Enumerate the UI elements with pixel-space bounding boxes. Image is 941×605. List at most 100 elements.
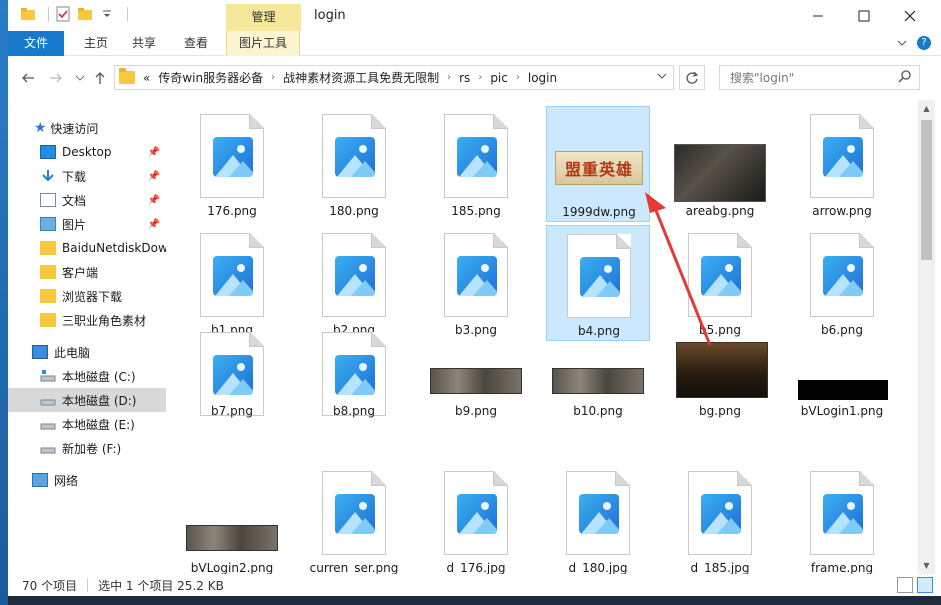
thumbnail (430, 368, 522, 394)
refresh-button[interactable] (679, 65, 705, 90)
file-name: b9.png (455, 404, 497, 418)
file-tile[interactable]: 185.png (424, 106, 528, 222)
nav-item-folder[interactable]: 三职业角色素材 (8, 308, 166, 332)
file-name: b6.png (821, 323, 863, 337)
file-tile[interactable]: 180.png (302, 106, 406, 222)
file-tile[interactable]: arrow.png (790, 106, 894, 222)
details-view-icon[interactable] (897, 577, 913, 593)
nav-item-folder[interactable]: 浏览器下载 (8, 284, 166, 308)
nav-drive-d[interactable]: 本地磁盘 (D:) (8, 388, 166, 412)
file-tile[interactable]: b4.png (546, 225, 650, 341)
file-tile[interactable]: b7.png (180, 332, 284, 460)
file-tile[interactable]: d_180.jpg (546, 463, 650, 574)
up-button[interactable] (90, 68, 110, 88)
breadcrumb-item[interactable]: login (528, 71, 557, 85)
minimize-button[interactable] (795, 0, 841, 31)
manage-context-tab[interactable]: 管理 (226, 4, 301, 31)
image-file-icon (200, 114, 264, 198)
file-tile[interactable]: b5.png (668, 225, 772, 341)
breadcrumb-item[interactable]: rs (459, 71, 470, 85)
file-tile[interactable]: frame.png (790, 463, 894, 574)
file-tile[interactable]: 盟重英雄 1999dw.png (546, 106, 650, 222)
tab-file[interactable]: 文件 (8, 31, 64, 56)
file-tile[interactable]: d_185.jpg (668, 463, 772, 574)
nav-drive-e[interactable]: 本地磁盘 (E:) (8, 412, 166, 436)
scrollbar-thumb[interactable] (921, 120, 932, 260)
address-dropdown-icon[interactable] (657, 71, 667, 84)
tab-home[interactable]: 主页 (72, 31, 120, 56)
nav-label: 本地磁盘 (D:) (62, 393, 137, 408)
address-bar[interactable]: « 传奇win服务器必备 › 战神素材资源工具免费无限制 › rs › pic … (114, 65, 674, 90)
file-tile[interactable]: bg.png (668, 342, 772, 460)
refresh-icon (686, 71, 699, 84)
star-icon: ★ (34, 120, 47, 136)
chevron-right-icon[interactable]: › (447, 72, 451, 83)
file-tile[interactable]: areabg.png (668, 106, 772, 222)
file-name: bg.png (699, 404, 741, 418)
tab-view[interactable]: 查看 (172, 31, 220, 56)
breadcrumb-item[interactable]: 传奇win服务器必备 (158, 69, 263, 86)
nav-item-pictures[interactable]: 图片 📌 (8, 212, 166, 236)
large-icons-view-icon[interactable] (917, 577, 933, 593)
folder-icon (119, 68, 135, 84)
chevron-right-icon[interactable]: › (478, 72, 482, 83)
help-icon[interactable]: ? (917, 36, 931, 50)
file-tile[interactable]: b8.png (302, 332, 406, 460)
folder-icon (40, 289, 56, 303)
file-tile[interactable]: b9.png (424, 344, 528, 460)
network-icon (32, 473, 48, 487)
nav-label: 下载 (62, 169, 87, 184)
file-name: d_185.jpg (690, 561, 750, 574)
image-file-icon (810, 471, 874, 555)
scroll-up-icon[interactable]: ▲ (918, 100, 935, 117)
file-name: frame.png (810, 561, 874, 574)
tab-share[interactable]: 共享 (120, 31, 168, 56)
nav-item-folder[interactable]: BaiduNetdiskDow (8, 236, 166, 260)
file-tile[interactable]: b3.png (424, 225, 528, 341)
maximize-button[interactable] (841, 0, 887, 31)
nav-label: Desktop (62, 145, 112, 159)
breadcrumb-item[interactable]: pic (490, 71, 508, 85)
scroll-down-icon[interactable]: ▼ (918, 557, 935, 574)
nav-this-pc[interactable]: 此电脑 (8, 340, 166, 364)
file-tile[interactable]: b10.png (546, 344, 650, 460)
vertical-scrollbar[interactable]: ▲ ▼ (918, 100, 935, 574)
nav-drive-c[interactable]: 本地磁盘 (C:) (8, 364, 166, 388)
file-tile[interactable]: curren_ser.png (302, 463, 406, 574)
nav-quick-access[interactable]: ★ 快速访问 (8, 116, 166, 140)
image-file-icon (688, 471, 752, 555)
breadcrumb-overflow[interactable]: « (143, 71, 150, 85)
file-tile[interactable]: 176.png (180, 106, 284, 222)
file-tile[interactable]: bVLogin2.png (180, 463, 284, 574)
tab-picture-tools[interactable]: 图片工具 (226, 31, 301, 56)
file-tile[interactable]: b6.png (790, 225, 894, 341)
chevron-down-icon (75, 75, 85, 81)
close-button[interactable] (887, 0, 933, 31)
file-tile[interactable]: bVLogin1.png (790, 344, 894, 460)
drive-icon (40, 393, 56, 407)
customize-dropdown-icon[interactable] (99, 6, 115, 22)
pin-icon: 📌 (147, 194, 160, 206)
new-folder-icon[interactable] (77, 6, 93, 22)
file-tile[interactable]: b2.png (302, 225, 406, 341)
nav-item-documents[interactable]: 文档 📌 (8, 188, 166, 212)
nav-drive-f[interactable]: 新加卷 (F:) (8, 436, 166, 460)
nav-item-folder[interactable]: 客户端 (8, 260, 166, 284)
forward-button[interactable] (46, 68, 66, 88)
breadcrumb-item[interactable]: 战神素材资源工具免费无限制 (283, 69, 439, 86)
chevron-right-icon[interactable]: › (271, 72, 275, 83)
nav-item-downloads[interactable]: 下载 📌 (8, 164, 166, 188)
nav-label: 网络 (54, 473, 79, 488)
nav-item-desktop[interactable]: Desktop 📌 (8, 140, 166, 164)
file-tile[interactable]: b1.png (180, 225, 284, 341)
image-file-icon (444, 114, 508, 198)
folder-icon (40, 313, 56, 327)
nav-network[interactable]: 网络 (8, 468, 166, 492)
recent-locations-button[interactable] (70, 68, 90, 88)
expand-ribbon-icon[interactable] (897, 38, 907, 48)
search-input[interactable]: 搜索"login" (719, 65, 920, 90)
file-tile[interactable]: d_176.jpg (424, 463, 528, 574)
chevron-right-icon[interactable]: › (516, 72, 520, 83)
back-button[interactable] (18, 68, 38, 88)
properties-icon[interactable] (55, 6, 71, 22)
